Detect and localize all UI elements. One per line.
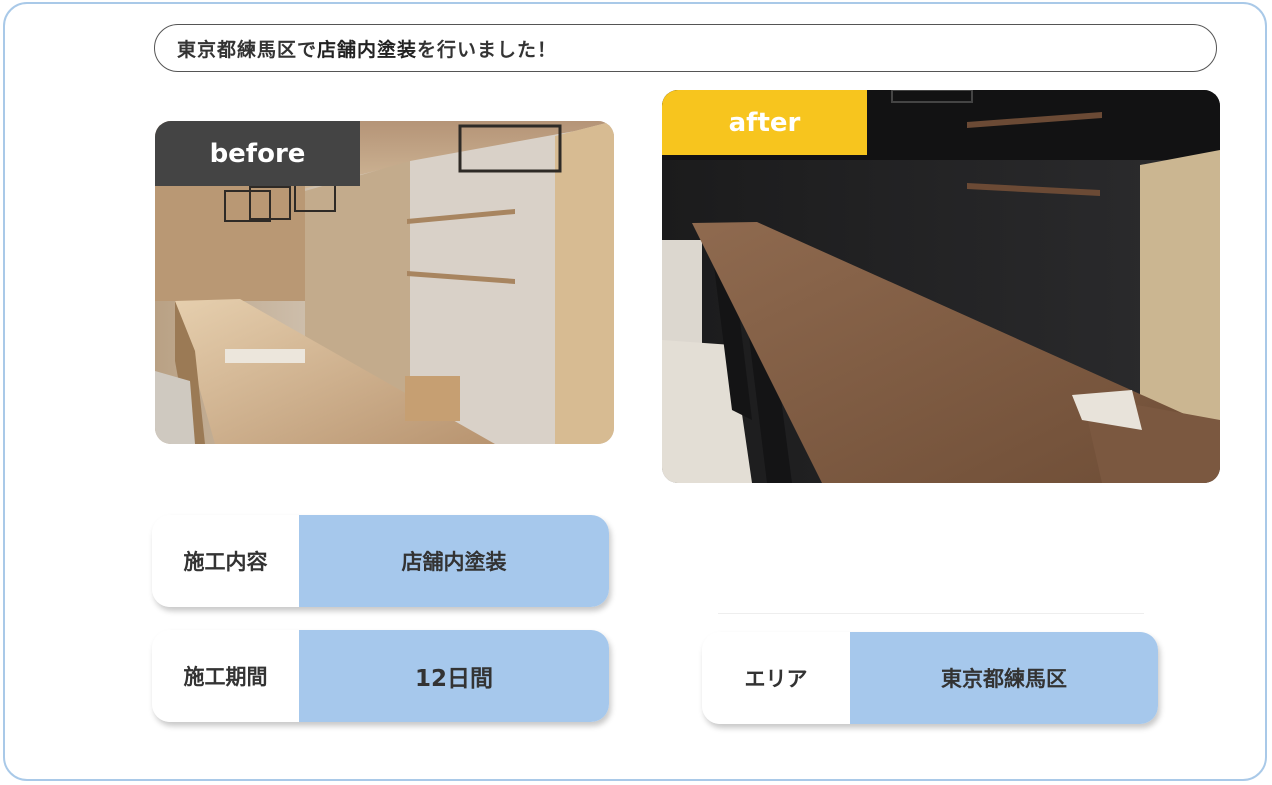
work-content-row: 施工内容 店舗内塗装 [152, 515, 609, 607]
title-suffix: を行いました！ [417, 38, 558, 61]
before-tag: before [155, 121, 360, 186]
divider [718, 613, 1144, 614]
title-prefix: 東京都練馬区で [177, 38, 318, 61]
work-content-label: 施工内容 [152, 515, 299, 607]
work-period-row: 施工期間 12日間 [152, 630, 609, 722]
page-title: 東京都練馬区で 店舗内塗装 を行いました！ [154, 24, 1217, 72]
work-content-value: 店舗内塗装 [299, 515, 609, 607]
area-row: エリア 東京都練馬区 [702, 632, 1158, 724]
work-period-label: 施工期間 [152, 630, 299, 722]
before-photo: before [155, 121, 614, 444]
after-photo: after [662, 90, 1220, 483]
area-label: エリア [702, 632, 850, 724]
area-value: 東京都練馬区 [850, 632, 1158, 724]
after-tag: after [662, 90, 867, 155]
work-period-value: 12日間 [299, 630, 609, 722]
title-highlight: 店舗内塗装 [317, 38, 418, 61]
